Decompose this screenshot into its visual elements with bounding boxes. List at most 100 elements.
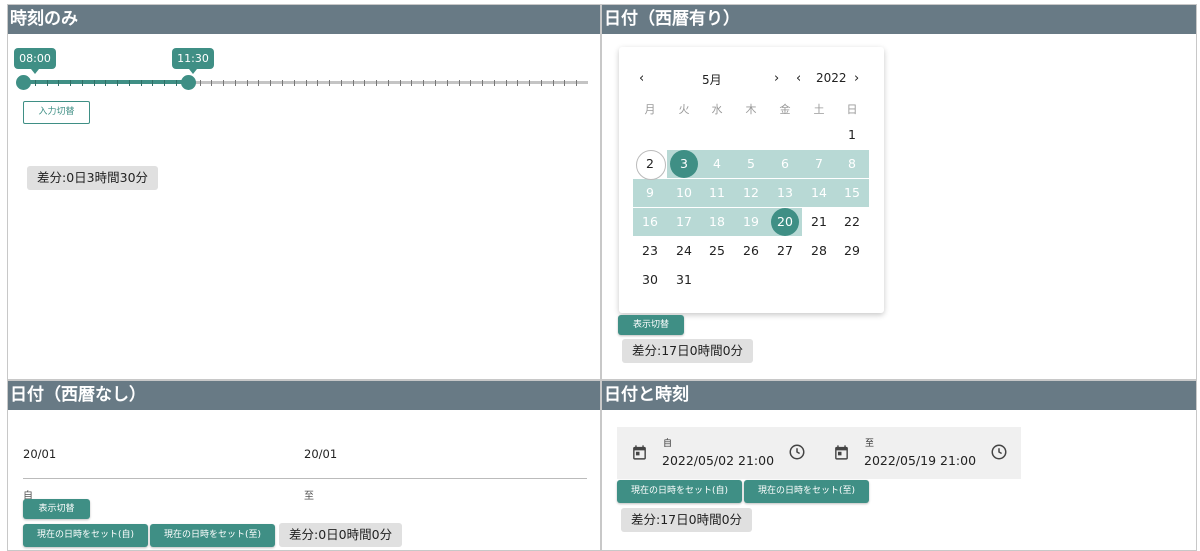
- weekday-header: 土: [813, 103, 825, 116]
- calendar-day[interactable]: 19: [734, 208, 768, 236]
- to-datetime-value: 2022/05/19 21:00: [864, 453, 977, 468]
- calendar-icon: [633, 445, 646, 460]
- calendar-day[interactable]: 6: [768, 150, 802, 178]
- calendar-day[interactable]: 26: [734, 237, 768, 265]
- panel-title: 日付（西暦有り）: [602, 5, 1196, 34]
- weekday-header: 水: [711, 103, 723, 116]
- diff-display: 差分:0日3時間30分: [27, 166, 159, 190]
- weekday-header: 日: [846, 103, 858, 116]
- diff-display: 差分:0日0時間0分: [279, 523, 403, 547]
- slider-mark: [340, 80, 342, 86]
- slider-mark: [458, 80, 460, 86]
- calendar-day[interactable]: 12: [734, 179, 768, 207]
- calendar-day[interactable]: 5: [734, 150, 768, 178]
- slider-start-thumb[interactable]: [16, 75, 31, 90]
- slider-mark: [446, 80, 448, 86]
- next-year-button[interactable]: ›: [854, 71, 859, 86]
- calendar-day[interactable]: 8: [835, 150, 869, 178]
- weekday-header: 金: [779, 103, 791, 116]
- calendar-day[interactable]: 10: [667, 179, 701, 207]
- from-datetime-value: 2022/05/02 21:00: [662, 453, 775, 468]
- diff-display: 差分:17日0時間0分: [622, 339, 754, 363]
- slider-start-value-label: 08:00: [14, 48, 56, 74]
- panel-time-only: 時刻のみ 08:00 11:30 入力切替 差分:0日3時間30分: [7, 4, 601, 380]
- next-month-button[interactable]: ›: [774, 71, 779, 86]
- calendar-day[interactable]: 15: [835, 179, 869, 207]
- clock-icon[interactable]: [990, 443, 1008, 461]
- date-input-underline: [23, 478, 587, 479]
- from-date-value[interactable]: 20/01: [23, 447, 56, 461]
- to-date-value[interactable]: 20/01: [304, 447, 337, 461]
- clock-icon[interactable]: [788, 443, 806, 461]
- panel-title: 時刻のみ: [8, 5, 600, 34]
- slider-mark: [140, 80, 142, 86]
- slider-mark: [176, 80, 178, 86]
- slider-mark: [399, 80, 401, 86]
- from-datetime-field[interactable]: 自 2022/05/02 21:00: [617, 427, 819, 479]
- slider-mark: [305, 80, 307, 86]
- from-label: 自: [663, 439, 673, 449]
- slider-mark: [234, 80, 236, 86]
- panel-title: 日付（西暦なし）: [8, 381, 600, 410]
- panel-date-and-time: 日付と時刻 自 2022/05/02 21:00 至 2022/05/19 21…: [601, 380, 1197, 551]
- input-toggle-button[interactable]: 入力切替: [23, 101, 90, 124]
- diff-display: 差分:17日0時間0分: [621, 508, 753, 532]
- calendar-day[interactable]: 30: [633, 266, 667, 294]
- calendar-day[interactable]: 9: [633, 179, 667, 207]
- slider-mark: [317, 80, 319, 86]
- calendar-day[interactable]: 1: [835, 121, 869, 149]
- set-now-from-button[interactable]: 現在の日時をセット(自): [617, 480, 742, 503]
- slider-end-value-label: 11:30: [172, 48, 214, 74]
- calendar-day[interactable]: 27: [768, 237, 802, 265]
- calendar-day[interactable]: 4: [700, 150, 734, 178]
- to-datetime-field[interactable]: 至 2022/05/19 21:00: [819, 427, 1021, 479]
- slider-mark: [329, 80, 331, 86]
- slider-mark: [434, 80, 436, 86]
- set-now-to-button[interactable]: 現在の日時をセット(至): [744, 480, 869, 503]
- calendar-day[interactable]: 18: [700, 208, 734, 236]
- prev-month-button[interactable]: ‹: [639, 71, 644, 86]
- calendar-day[interactable]: 22: [835, 208, 869, 236]
- slider-mark: [246, 80, 248, 86]
- calendar-day[interactable]: 29: [835, 237, 869, 265]
- weekday-header: 木: [745, 103, 757, 116]
- calendar-day[interactable]: 21: [802, 208, 836, 236]
- slider-mark: [152, 80, 154, 86]
- calendar-day[interactable]: 28: [802, 237, 836, 265]
- display-toggle-button[interactable]: 表示切替: [23, 499, 90, 519]
- time-range-slider[interactable]: [16, 75, 588, 90]
- calendar-day[interactable]: 16: [633, 208, 667, 236]
- calendar-day[interactable]: 20: [768, 208, 802, 236]
- set-now-to-button[interactable]: 現在の日時をセット(至): [150, 524, 275, 547]
- calendar-day[interactable]: 11: [700, 179, 734, 207]
- display-toggle-button[interactable]: 表示切替: [618, 315, 684, 335]
- calendar-day[interactable]: 24: [667, 237, 701, 265]
- calendar-day[interactable]: 17: [667, 208, 701, 236]
- month-label: 5月: [702, 73, 722, 87]
- calendar-day[interactable]: 3: [667, 150, 701, 178]
- set-now-from-button[interactable]: 現在の日時をセット(自): [23, 524, 148, 547]
- calendar-day[interactable]: 13: [768, 179, 802, 207]
- slider-mark: [58, 80, 60, 86]
- slider-end-thumb[interactable]: [180, 75, 196, 90]
- slider-mark: [552, 80, 554, 86]
- calendar-day[interactable]: 7: [802, 150, 836, 178]
- slider-mark: [258, 80, 260, 86]
- weekday-header: 月: [644, 103, 656, 116]
- slider-mark: [293, 80, 295, 86]
- slider-mark: [364, 80, 366, 86]
- slider-mark: [423, 80, 425, 86]
- weekday-header: 火: [678, 103, 690, 116]
- calendar-day[interactable]: 2: [633, 150, 667, 180]
- calendar-day[interactable]: 25: [700, 237, 734, 265]
- slider-mark: [270, 80, 272, 86]
- calendar-day[interactable]: 31: [667, 266, 701, 294]
- prev-year-button[interactable]: ‹: [796, 71, 801, 86]
- slider-mark: [46, 80, 48, 86]
- slider-mark: [505, 80, 507, 86]
- panel-title: 日付と時刻: [602, 381, 1196, 410]
- calendar-day[interactable]: 14: [802, 179, 836, 207]
- slider-mark: [81, 80, 83, 86]
- calendar-day[interactable]: 23: [633, 237, 667, 265]
- slider-mark: [223, 80, 225, 86]
